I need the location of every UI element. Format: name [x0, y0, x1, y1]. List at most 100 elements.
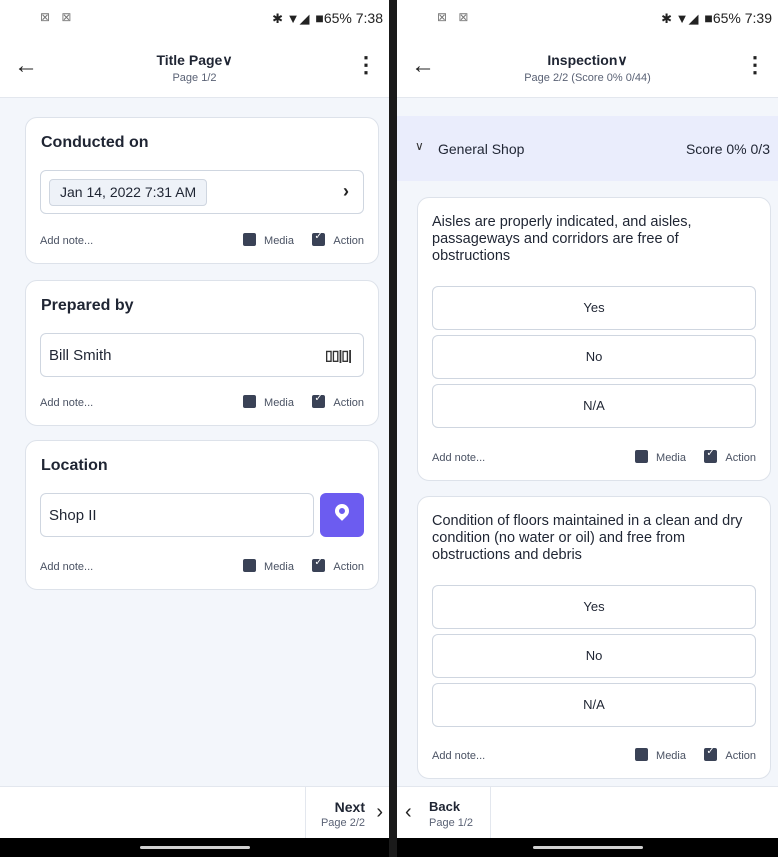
media-button[interactable]: Media [243, 233, 294, 247]
answer-yes-button[interactable]: Yes [432, 286, 756, 330]
card-title: Conducted on [41, 134, 149, 151]
home-gesture-pill[interactable] [139, 846, 250, 849]
card-footer: Add note... Media Action [40, 231, 364, 251]
add-note-link[interactable]: Add note... [40, 235, 93, 247]
checkbox-icon [704, 746, 718, 761]
action-button[interactable]: Action [312, 557, 364, 573]
section-title: General Shop [438, 141, 525, 157]
media-button[interactable]: Media [635, 450, 686, 464]
clock: 7:38 [355, 10, 383, 26]
location-value: Shop II [49, 507, 97, 524]
next-page-indicator: Page 2/2 [320, 817, 365, 829]
action-label: Action [333, 561, 364, 573]
section-header-general-shop[interactable]: ∨ General Shop Score 0% 0/3 [397, 116, 778, 181]
chevron-right-icon: › [376, 801, 383, 823]
back-label: Back [429, 799, 461, 814]
prepared-by-card: Prepared by Bill Smith ▯▯|▯| Add note...… [25, 280, 379, 426]
page-title-dropdown[interactable]: Title Page∨ [0, 52, 389, 69]
status-right: ✱ ▼◢ ■65% 7:38 [272, 10, 383, 27]
add-note-link[interactable]: Add note... [40, 397, 93, 409]
action-label: Action [333, 397, 364, 409]
chevron-right-icon[interactable]: › [343, 181, 349, 202]
media-label: Media [264, 397, 294, 409]
connectivity-icons: ✱ ▼◢ [272, 11, 310, 26]
status-right: ✱ ▼◢ ■65% 7:39 [661, 10, 772, 27]
battery-indicator: ■65% [704, 10, 741, 26]
image-icon [243, 233, 257, 246]
app-bar: ← Title Page∨ Page 1/2 ⋮ [0, 36, 389, 98]
status-bar: ⊠ ⊠ ✱ ▼◢ ■65% 7:39 [397, 0, 778, 36]
prepared-by-value: Bill Smith [49, 347, 112, 364]
card-footer: Add note... Media Action [40, 557, 364, 577]
image-icon [243, 395, 257, 408]
answer-na-button[interactable]: N/A [432, 683, 756, 727]
date-field[interactable]: Jan 14, 2022 7:31 AM › [40, 170, 364, 214]
status-bar: ⊠ ⊠ ✱ ▼◢ ■65% 7:38 [0, 0, 389, 36]
bottom-nav: ‹ Back Page 1/2 [397, 786, 778, 839]
battery-indicator: ■65% [315, 10, 352, 26]
barcode-icon[interactable]: ▯▯|▯| [325, 347, 352, 364]
next-page-button[interactable]: Next Page 2/2 › [305, 787, 389, 839]
media-label: Media [656, 452, 686, 464]
media-label: Media [264, 235, 294, 247]
title-page-screen: ⊠ ⊠ ✱ ▼◢ ■65% 7:38 ← Title Page∨ Page 1/… [0, 0, 389, 857]
home-gesture-pill[interactable] [532, 846, 643, 849]
action-label: Action [333, 235, 364, 247]
action-label: Action [725, 750, 756, 762]
page-indicator: Page 1/2 [172, 72, 217, 84]
image-icon [635, 450, 649, 463]
checkbox-icon [704, 448, 718, 463]
checkbox-icon [312, 393, 326, 408]
question-text: Aisles are properly indicated, and aisle… [432, 214, 692, 264]
system-nav-bar [0, 838, 389, 857]
section-score: Score 0% 0/3 [685, 141, 770, 157]
card-footer: Add note... Media Action [432, 746, 756, 766]
image-icon [635, 748, 649, 761]
card-title: Location [41, 457, 108, 474]
chevron-left-icon: ‹ [405, 801, 412, 823]
page-title-dropdown[interactable]: Inspection∨ [397, 52, 778, 69]
back-page-indicator: Page 1/2 [429, 817, 474, 829]
action-button[interactable]: Action [704, 746, 756, 762]
add-note-link[interactable]: Add note... [432, 750, 485, 762]
date-value[interactable]: Jan 14, 2022 7:31 AM [49, 179, 208, 206]
media-button[interactable]: Media [635, 748, 686, 762]
connectivity-icons: ✱ ▼◢ [661, 11, 699, 26]
action-button[interactable]: Action [312, 393, 364, 409]
action-button[interactable]: Action [312, 231, 364, 247]
more-options-icon[interactable]: ⋮ [744, 54, 766, 76]
bottom-nav: Next Page 2/2 › [0, 786, 389, 839]
notification-icons: ⊠ ⊠ [40, 10, 76, 24]
add-note-link[interactable]: Add note... [40, 561, 93, 573]
image-icon [243, 559, 257, 572]
media-label: Media [656, 750, 686, 762]
card-title: Prepared by [41, 297, 134, 314]
media-button[interactable]: Media [243, 559, 294, 573]
prepared-by-input[interactable]: Bill Smith ▯▯|▯| [40, 333, 364, 377]
location-card: Location Shop II Add note... Media Actio… [25, 440, 379, 590]
action-label: Action [725, 452, 756, 464]
more-options-icon[interactable]: ⋮ [355, 54, 377, 76]
location-input[interactable]: Shop II [40, 493, 314, 537]
chevron-down-icon: ∨ [415, 139, 424, 153]
question-card: Condition of floors maintained in a clea… [417, 496, 771, 779]
checkbox-icon [312, 557, 326, 572]
conducted-on-card: Conducted on Jan 14, 2022 7:31 AM › Add … [25, 117, 379, 264]
answer-no-button[interactable]: No [432, 335, 756, 379]
checkbox-icon [312, 231, 326, 246]
media-label: Media [264, 561, 294, 573]
page-indicator: Page 2/2 (Score 0% 0/44) [524, 72, 651, 84]
add-note-link[interactable]: Add note... [432, 452, 485, 464]
media-button[interactable]: Media [243, 395, 294, 409]
answer-no-button[interactable]: No [432, 634, 756, 678]
back-page-button[interactable]: ‹ Back Page 1/2 [397, 787, 491, 839]
clock: 7:39 [744, 10, 772, 26]
card-footer: Add note... Media Action [40, 393, 364, 413]
notification-icons: ⊠ ⊠ [437, 10, 473, 24]
answer-yes-button[interactable]: Yes [432, 585, 756, 629]
question-card: Aisles are properly indicated, and aisle… [417, 197, 771, 481]
action-button[interactable]: Action [704, 448, 756, 464]
card-footer: Add note... Media Action [432, 448, 756, 468]
answer-na-button[interactable]: N/A [432, 384, 756, 428]
location-pin-button[interactable] [320, 493, 364, 537]
